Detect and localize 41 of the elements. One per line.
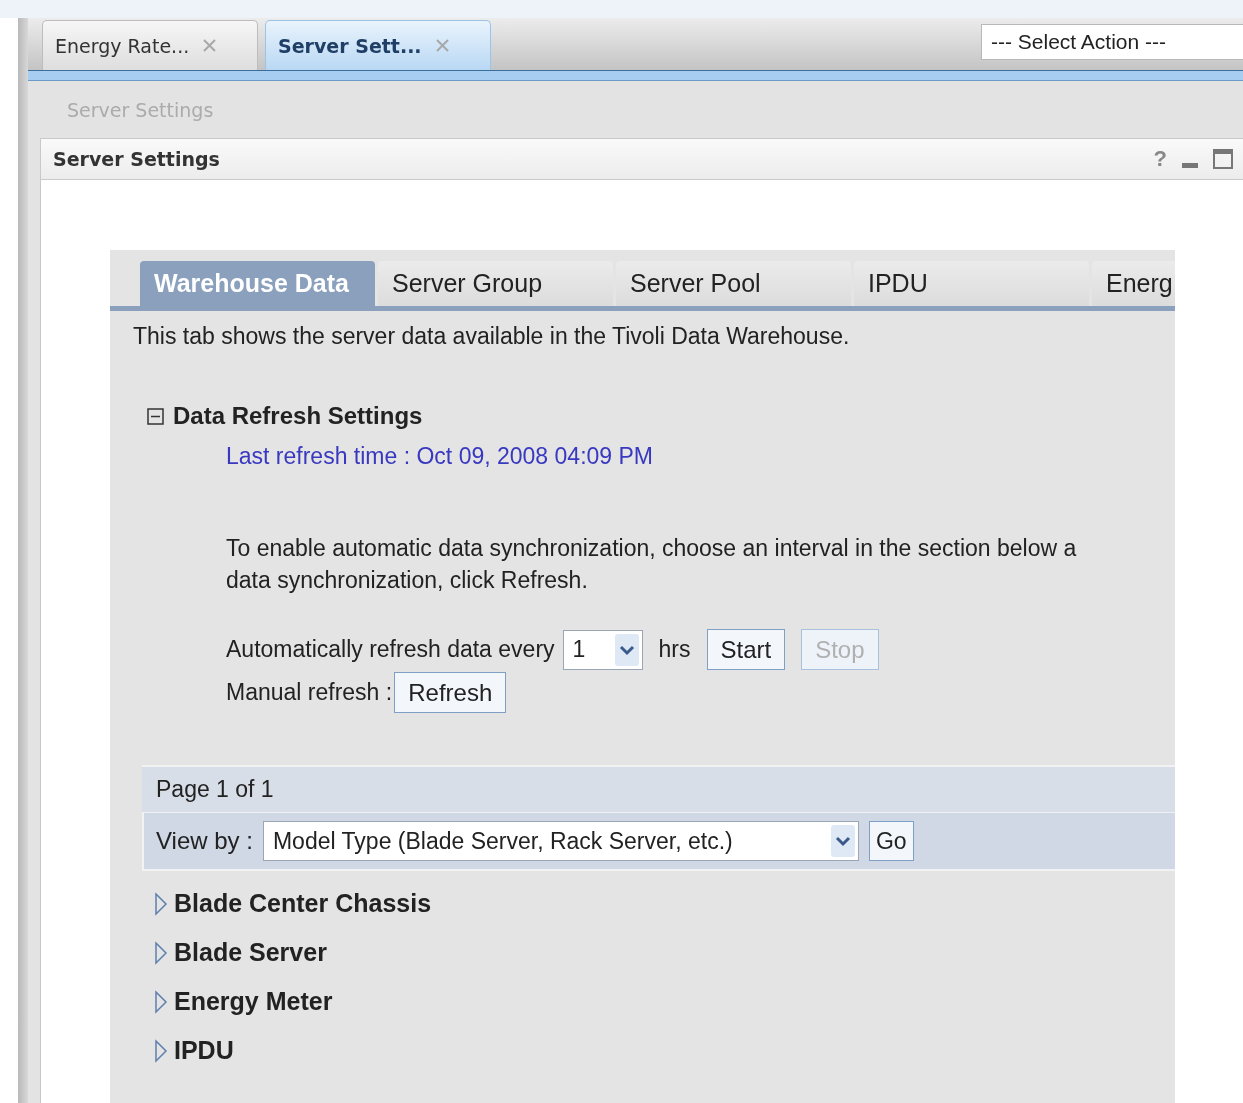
portlet-title: Server Settings xyxy=(53,148,221,170)
tab[interactable]: Server Group xyxy=(378,261,613,306)
tab-label: Energy Rate... xyxy=(55,34,190,57)
collapsed-arrow-icon[interactable] xyxy=(154,1038,168,1063)
page-tab[interactable]: Energy Rate... xyxy=(42,20,258,70)
dropdown-caret-icon[interactable] xyxy=(614,633,639,666)
instruction-text: To enable automatic data synchronization, choose an interval in the section below a xyxy=(226,534,1078,563)
tab[interactable]: Energ xyxy=(1092,261,1175,306)
action-select[interactable]: --- Select Action --- xyxy=(981,24,1243,60)
interval-select[interactable]: 1 xyxy=(562,629,643,670)
breadcrumb: Server Settings xyxy=(67,98,214,121)
section-title: Data Refresh Settings xyxy=(173,402,423,430)
manual-refresh-label: Manual refresh : xyxy=(226,679,393,706)
start-button[interactable]: Start xyxy=(706,629,786,670)
tab-label: Server Sett... xyxy=(278,34,422,57)
unit-label: hrs xyxy=(658,636,691,663)
maximize-icon[interactable] xyxy=(1213,149,1233,169)
last-refresh-time: Last refresh time : Oct 09, 2008 04:09 PM xyxy=(226,443,654,470)
refresh-button[interactable]: Refresh xyxy=(394,672,507,713)
close-icon[interactable] xyxy=(435,39,449,52)
collapsed-arrow-icon[interactable] xyxy=(154,891,168,916)
go-button[interactable]: Go xyxy=(868,821,914,861)
minimize-icon[interactable] xyxy=(1181,161,1199,169)
group-label[interactable]: Blade Server xyxy=(174,938,327,967)
dropdown-caret-icon[interactable] xyxy=(830,825,855,857)
collapsed-arrow-icon[interactable] xyxy=(154,989,168,1014)
description: This tab shows the server data available in the Tivoli Data Warehouse. xyxy=(133,323,851,350)
group-label[interactable]: IPDU xyxy=(174,1036,234,1065)
page-indicator: Page 1 of 1 xyxy=(156,776,274,803)
tab[interactable]: IPDU xyxy=(854,261,1089,306)
tab[interactable]: Server Pool xyxy=(616,261,851,306)
group-label[interactable]: Blade Center Chassis xyxy=(174,889,432,918)
view-by-select[interactable]: Model Type (Blade Server, Rack Server, etc.) xyxy=(262,821,859,861)
auto-refresh-label: Automatically refresh data every xyxy=(226,636,555,663)
close-icon[interactable] xyxy=(203,39,217,52)
page-tab[interactable]: Server Sett... xyxy=(265,20,491,70)
view-by-label: View by : xyxy=(156,827,253,855)
instruction-text: data synchronization, click Refresh. xyxy=(226,566,589,595)
collapse-icon[interactable] xyxy=(147,407,164,425)
collapsed-arrow-icon[interactable] xyxy=(154,940,168,965)
group-label[interactable]: Energy Meter xyxy=(174,987,333,1016)
